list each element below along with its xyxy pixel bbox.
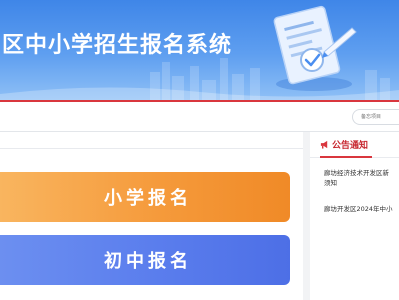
document-check-illustration bbox=[273, 5, 357, 91]
notice-item-line: 须知 bbox=[324, 179, 337, 187]
notice-panel-title: 公告通知 bbox=[332, 141, 369, 151]
notice-item[interactable]: 廊坊经济技术开发区新 须知 bbox=[324, 168, 399, 188]
notice-item[interactable]: 廊坊开发区2024年中小 bbox=[324, 204, 399, 214]
junior-high-register-button[interactable]: 初中报名 bbox=[0, 235, 290, 285]
notice-panel-header: 公告通知 bbox=[310, 132, 399, 158]
main-content: 小学报名 初中报名 bbox=[0, 132, 303, 300]
notice-panel: 公告通知 廊坊经济技术开发区新 须知 廊坊开发区2024年中小 bbox=[310, 132, 399, 300]
junior-high-register-label: 初中报名 bbox=[104, 251, 192, 272]
primary-school-register-button[interactable]: 小学报名 bbox=[0, 172, 290, 222]
bullhorn-icon bbox=[320, 140, 328, 149]
search-input[interactable] bbox=[352, 109, 399, 125]
notice-title-underline bbox=[320, 156, 372, 158]
site-header: 区中小学招生报名系统 bbox=[0, 0, 399, 100]
notice-item-line: 廊坊开发区2024年中小 bbox=[324, 205, 393, 213]
toolbar bbox=[0, 102, 399, 132]
notice-item-line: 廊坊经济技术开发区新 bbox=[324, 169, 389, 177]
primary-school-register-label: 小学报名 bbox=[104, 188, 192, 209]
section-divider bbox=[0, 148, 303, 149]
